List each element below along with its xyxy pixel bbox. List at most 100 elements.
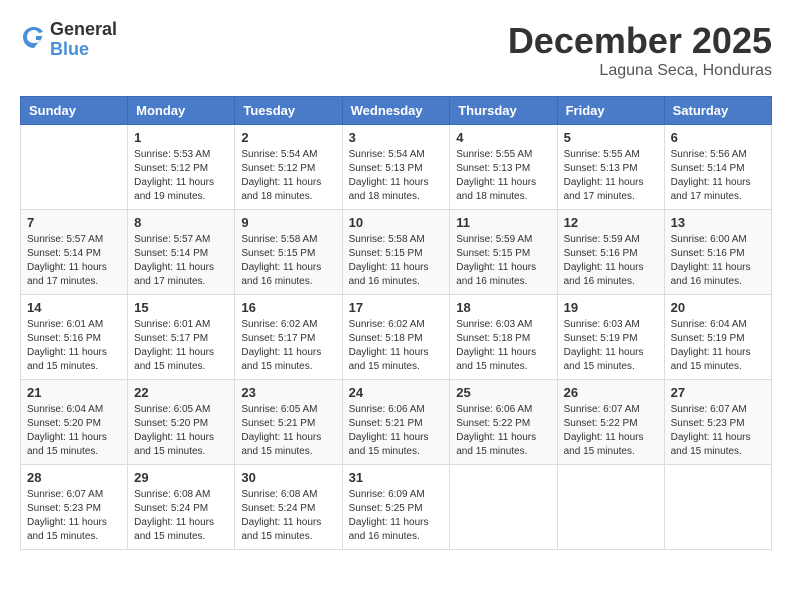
day-number: 3 xyxy=(349,130,444,145)
calendar-day-cell: 7 Sunrise: 5:57 AM Sunset: 5:14 PM Daylig… xyxy=(21,210,128,295)
day-info: Sunrise: 5:55 AM Sunset: 5:13 PM Dayligh… xyxy=(456,148,550,204)
weekday-header: Friday xyxy=(557,97,664,125)
day-info: Sunrise: 6:02 AM Sunset: 5:18 PM Dayligh… xyxy=(349,318,444,374)
calendar-day-cell: 21 Sunrise: 6:04 AM Sunset: 5:20 PM Dayli… xyxy=(21,380,128,465)
calendar-day-cell: 11 Sunrise: 5:59 AM Sunset: 5:15 PM Dayli… xyxy=(450,210,557,295)
logo-text: General Blue xyxy=(50,20,117,60)
day-info: Sunrise: 6:07 AM Sunset: 5:22 PM Dayligh… xyxy=(564,403,658,459)
calendar-day-cell: 3 Sunrise: 5:54 AM Sunset: 5:13 PM Daylig… xyxy=(342,125,450,210)
day-number: 12 xyxy=(564,215,658,230)
location-title: Laguna Seca, Honduras xyxy=(508,62,772,80)
day-number: 13 xyxy=(671,215,765,230)
day-info: Sunrise: 6:01 AM Sunset: 5:17 PM Dayligh… xyxy=(134,318,228,374)
calendar-day-cell: 14 Sunrise: 6:01 AM Sunset: 5:16 PM Dayli… xyxy=(21,295,128,380)
day-info: Sunrise: 5:54 AM Sunset: 5:13 PM Dayligh… xyxy=(349,148,444,204)
calendar-day-cell: 13Sunrise: 6:00 AM Sunset: 5:16 PM Dayli… xyxy=(664,210,771,295)
logo: General Blue xyxy=(20,20,117,60)
calendar-day-cell: 10 Sunrise: 5:58 AM Sunset: 5:15 PM Dayli… xyxy=(342,210,450,295)
day-info: Sunrise: 5:58 AM Sunset: 5:15 PM Dayligh… xyxy=(349,233,444,289)
calendar-day-cell xyxy=(21,125,128,210)
calendar-week-row: 7 Sunrise: 5:57 AM Sunset: 5:14 PM Daylig… xyxy=(21,210,772,295)
day-number: 29 xyxy=(134,470,228,485)
day-number: 26 xyxy=(564,385,658,400)
day-number: 19 xyxy=(564,300,658,315)
weekday-header: Saturday xyxy=(664,97,771,125)
day-info: Sunrise: 5:58 AM Sunset: 5:15 PM Dayligh… xyxy=(241,233,335,289)
calendar-week-row: 1Sunrise: 5:53 AM Sunset: 5:12 PM Daylig… xyxy=(21,125,772,210)
day-number: 31 xyxy=(349,470,444,485)
day-number: 22 xyxy=(134,385,228,400)
calendar-day-cell: 5 Sunrise: 5:55 AM Sunset: 5:13 PM Daylig… xyxy=(557,125,664,210)
calendar-day-cell: 2 Sunrise: 5:54 AM Sunset: 5:12 PM Daylig… xyxy=(235,125,342,210)
calendar-day-cell xyxy=(664,465,771,550)
calendar-day-cell: 31 Sunrise: 6:09 AM Sunset: 5:25 PM Dayli… xyxy=(342,465,450,550)
calendar-day-cell: 30 Sunrise: 6:08 AM Sunset: 5:24 PM Dayli… xyxy=(235,465,342,550)
calendar-day-cell: 6Sunrise: 5:56 AM Sunset: 5:14 PM Daylig… xyxy=(664,125,771,210)
day-number: 10 xyxy=(349,215,444,230)
day-number: 9 xyxy=(241,215,335,230)
day-number: 15 xyxy=(134,300,228,315)
day-info: Sunrise: 6:01 AM Sunset: 5:16 PM Dayligh… xyxy=(27,318,121,374)
calendar-day-cell: 9 Sunrise: 5:58 AM Sunset: 5:15 PM Daylig… xyxy=(235,210,342,295)
day-number: 7 xyxy=(27,215,121,230)
calendar-day-cell: 19 Sunrise: 6:03 AM Sunset: 5:19 PM Dayli… xyxy=(557,295,664,380)
day-number: 20 xyxy=(671,300,765,315)
day-info: Sunrise: 6:06 AM Sunset: 5:21 PM Dayligh… xyxy=(349,403,444,459)
calendar-week-row: 21 Sunrise: 6:04 AM Sunset: 5:20 PM Dayli… xyxy=(21,380,772,465)
calendar-week-row: 28Sunrise: 6:07 AM Sunset: 5:23 PM Dayli… xyxy=(21,465,772,550)
day-number: 4 xyxy=(456,130,550,145)
weekday-header: Monday xyxy=(128,97,235,125)
day-number: 27 xyxy=(671,385,765,400)
day-info: Sunrise: 5:54 AM Sunset: 5:12 PM Dayligh… xyxy=(241,148,335,204)
calendar-day-cell: 26 Sunrise: 6:07 AM Sunset: 5:22 PM Dayli… xyxy=(557,380,664,465)
day-info: Sunrise: 5:59 AM Sunset: 5:15 PM Dayligh… xyxy=(456,233,550,289)
calendar-day-cell: 28Sunrise: 6:07 AM Sunset: 5:23 PM Dayli… xyxy=(21,465,128,550)
logo-icon xyxy=(20,26,48,54)
calendar-day-cell: 24Sunrise: 6:06 AM Sunset: 5:21 PM Dayli… xyxy=(342,380,450,465)
calendar-day-cell: 17 Sunrise: 6:02 AM Sunset: 5:18 PM Dayli… xyxy=(342,295,450,380)
day-info: Sunrise: 6:08 AM Sunset: 5:24 PM Dayligh… xyxy=(241,488,335,544)
day-number: 16 xyxy=(241,300,335,315)
calendar-day-cell: 8Sunrise: 5:57 AM Sunset: 5:14 PM Daylig… xyxy=(128,210,235,295)
day-info: Sunrise: 6:07 AM Sunset: 5:23 PM Dayligh… xyxy=(671,403,765,459)
calendar-day-cell: 4 Sunrise: 5:55 AM Sunset: 5:13 PM Daylig… xyxy=(450,125,557,210)
day-number: 28 xyxy=(27,470,121,485)
day-info: Sunrise: 6:09 AM Sunset: 5:25 PM Dayligh… xyxy=(349,488,444,544)
calendar-week-row: 14 Sunrise: 6:01 AM Sunset: 5:16 PM Dayli… xyxy=(21,295,772,380)
day-number: 30 xyxy=(241,470,335,485)
day-number: 6 xyxy=(671,130,765,145)
calendar-day-cell: 12 Sunrise: 5:59 AM Sunset: 5:16 PM Dayli… xyxy=(557,210,664,295)
day-info: Sunrise: 5:59 AM Sunset: 5:16 PM Dayligh… xyxy=(564,233,658,289)
logo-blue-text: Blue xyxy=(50,40,117,60)
day-info: Sunrise: 6:04 AM Sunset: 5:20 PM Dayligh… xyxy=(27,403,121,459)
day-number: 1 xyxy=(134,130,228,145)
logo-general-text: General xyxy=(50,20,117,40)
day-info: Sunrise: 6:03 AM Sunset: 5:19 PM Dayligh… xyxy=(564,318,658,374)
month-title: December 2025 xyxy=(508,20,772,62)
day-number: 2 xyxy=(241,130,335,145)
day-info: Sunrise: 5:55 AM Sunset: 5:13 PM Dayligh… xyxy=(564,148,658,204)
title-area: December 2025 Laguna Seca, Honduras xyxy=(508,20,772,80)
day-info: Sunrise: 6:02 AM Sunset: 5:17 PM Dayligh… xyxy=(241,318,335,374)
day-number: 21 xyxy=(27,385,121,400)
day-info: Sunrise: 5:57 AM Sunset: 5:14 PM Dayligh… xyxy=(27,233,121,289)
calendar-day-cell: 22Sunrise: 6:05 AM Sunset: 5:20 PM Dayli… xyxy=(128,380,235,465)
day-number: 14 xyxy=(27,300,121,315)
day-number: 18 xyxy=(456,300,550,315)
day-number: 23 xyxy=(241,385,335,400)
day-info: Sunrise: 6:06 AM Sunset: 5:22 PM Dayligh… xyxy=(456,403,550,459)
calendar-day-cell: 23Sunrise: 6:05 AM Sunset: 5:21 PM Dayli… xyxy=(235,380,342,465)
page-header: General Blue December 2025 Laguna Seca, … xyxy=(20,20,772,80)
calendar-header-row: SundayMondayTuesdayWednesdayThursdayFrid… xyxy=(21,97,772,125)
calendar-day-cell: 15 Sunrise: 6:01 AM Sunset: 5:17 PM Dayli… xyxy=(128,295,235,380)
calendar-day-cell: 16 Sunrise: 6:02 AM Sunset: 5:17 PM Dayli… xyxy=(235,295,342,380)
day-number: 17 xyxy=(349,300,444,315)
calendar-day-cell: 25Sunrise: 6:06 AM Sunset: 5:22 PM Dayli… xyxy=(450,380,557,465)
day-number: 11 xyxy=(456,215,550,230)
day-number: 5 xyxy=(564,130,658,145)
day-info: Sunrise: 6:04 AM Sunset: 5:19 PM Dayligh… xyxy=(671,318,765,374)
calendar-day-cell: 18Sunrise: 6:03 AM Sunset: 5:18 PM Dayli… xyxy=(450,295,557,380)
calendar-day-cell xyxy=(450,465,557,550)
calendar-day-cell xyxy=(557,465,664,550)
calendar-day-cell: 1Sunrise: 5:53 AM Sunset: 5:12 PM Daylig… xyxy=(128,125,235,210)
